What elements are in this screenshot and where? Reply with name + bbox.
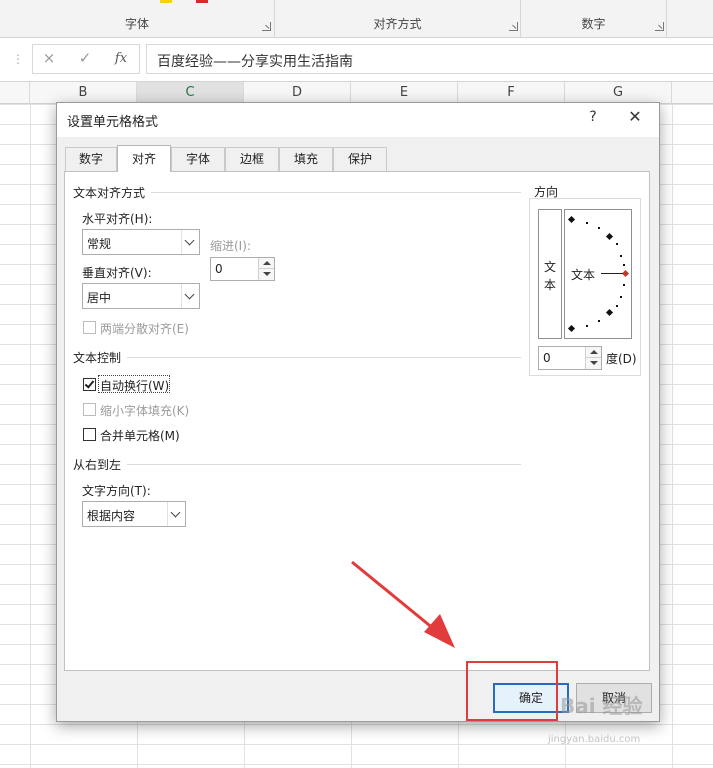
tab-alignment[interactable]: 对齐 [117,145,171,172]
annotation-highlight-box [466,661,558,721]
watermark-logo: Bai 经验 [560,694,643,718]
annotation-arrow-icon [351,560,455,648]
excel-window: 字体 对齐方式 数字 ⋮ × ✓ fx 百度经验——分享实用生活指南 B C D… [0,0,713,768]
watermark-url: jingyan.baidu.com [548,734,641,745]
